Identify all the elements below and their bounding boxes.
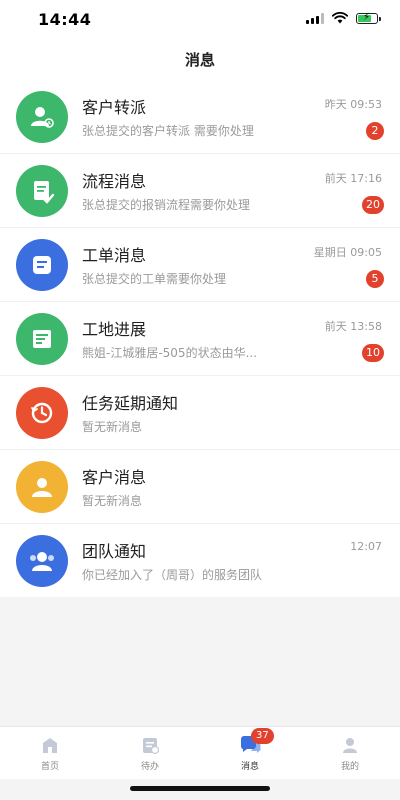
status-icons: ⚡ bbox=[306, 12, 381, 24]
message-item-customer-transfer[interactable]: 客户转派 张总提交的客户转派 需要你处理 昨天 09:53 2 bbox=[0, 80, 400, 154]
home-icon bbox=[39, 734, 61, 756]
message-icon: 37 bbox=[239, 728, 274, 756]
clock-delay-icon bbox=[16, 387, 68, 439]
message-title: 团队通知 bbox=[82, 542, 147, 561]
message-title: 客户消息 bbox=[82, 468, 147, 487]
document-check-icon bbox=[16, 165, 68, 217]
page-title: 消息 bbox=[184, 50, 215, 69]
signal-icon bbox=[306, 12, 324, 24]
message-time: 12:07 bbox=[350, 540, 382, 553]
battery-icon: ⚡ bbox=[356, 12, 381, 24]
home-indicator bbox=[130, 786, 270, 791]
unread-badge: 5 bbox=[366, 270, 384, 288]
profile-icon bbox=[339, 734, 361, 756]
message-title: 客户转派 bbox=[82, 98, 147, 117]
status-bar: 14:44 ⚡ bbox=[0, 0, 400, 38]
tab-bar: 首页 待办 37 消息 我的 bbox=[0, 726, 400, 779]
message-subtitle: 熊姐-江城雅居-505的状态由华... bbox=[82, 346, 258, 360]
tab-label: 待办 bbox=[140, 762, 159, 772]
message-item-task-delay[interactable]: 任务延期通知 暂无新消息 bbox=[0, 376, 400, 450]
message-time: 星期日 09:05 bbox=[313, 246, 382, 259]
tab-todo[interactable]: 待办 bbox=[100, 727, 200, 779]
customer-icon bbox=[16, 461, 68, 513]
message-item-site-progress[interactable]: 工地进展 熊姐-江城雅居-505的状态由华... 前天 13:58 10 bbox=[0, 302, 400, 376]
tab-label: 首页 bbox=[40, 762, 59, 772]
message-item-work-order[interactable]: 工单消息 张总提交的工单需要你处理 星期日 09:05 5 bbox=[0, 228, 400, 302]
wifi-icon bbox=[332, 12, 348, 24]
tab-label: 我的 bbox=[340, 762, 359, 772]
status-time: 14:44 bbox=[38, 10, 92, 29]
unread-badge: 2 bbox=[366, 122, 384, 140]
message-time: 前天 13:58 bbox=[324, 320, 382, 333]
message-time: 前天 17:16 bbox=[324, 172, 382, 185]
unread-badge: 20 bbox=[362, 196, 384, 214]
tab-messages[interactable]: 37 消息 bbox=[200, 727, 300, 779]
work-order-icon bbox=[16, 239, 68, 291]
message-item-team[interactable]: 团队通知 你已经加入了（周哥）的服务团队 12:07 bbox=[0, 524, 400, 597]
team-icon bbox=[16, 535, 68, 587]
message-title: 工单消息 bbox=[82, 246, 147, 265]
message-title: 工地进展 bbox=[82, 320, 147, 339]
message-item-customer[interactable]: 客户消息 暂无新消息 bbox=[0, 450, 400, 524]
message-subtitle: 张总提交的报销流程需要你处理 bbox=[82, 198, 251, 212]
message-title: 流程消息 bbox=[82, 172, 147, 191]
unread-badge: 10 bbox=[362, 344, 384, 362]
todo-icon bbox=[139, 734, 161, 756]
message-list: 客户转派 张总提交的客户转派 需要你处理 昨天 09:53 2 流程消息 张总提… bbox=[0, 80, 400, 597]
message-subtitle: 张总提交的客户转派 需要你处理 bbox=[82, 124, 254, 138]
tab-profile[interactable]: 我的 bbox=[300, 727, 400, 779]
user-transfer-icon bbox=[16, 91, 68, 143]
message-title: 任务延期通知 bbox=[82, 394, 179, 413]
tab-home[interactable]: 首页 bbox=[0, 727, 100, 779]
tab-badge: 37 bbox=[251, 728, 274, 744]
message-time: 昨天 09:53 bbox=[324, 98, 382, 111]
progress-list-icon bbox=[16, 313, 68, 365]
message-subtitle: 暂无新消息 bbox=[82, 420, 143, 434]
tab-label: 消息 bbox=[240, 762, 259, 772]
screen: 14:44 ⚡ 消息 客户转派 张总提交的客户转派 需要你处理 昨天 09:53… bbox=[0, 0, 400, 800]
nav-bar: 消息 bbox=[0, 38, 400, 80]
message-subtitle: 暂无新消息 bbox=[82, 494, 143, 508]
message-subtitle: 你已经加入了（周哥）的服务团队 bbox=[82, 568, 263, 582]
message-subtitle: 张总提交的工单需要你处理 bbox=[82, 272, 227, 286]
message-item-process[interactable]: 流程消息 张总提交的报销流程需要你处理 前天 17:16 20 bbox=[0, 154, 400, 228]
